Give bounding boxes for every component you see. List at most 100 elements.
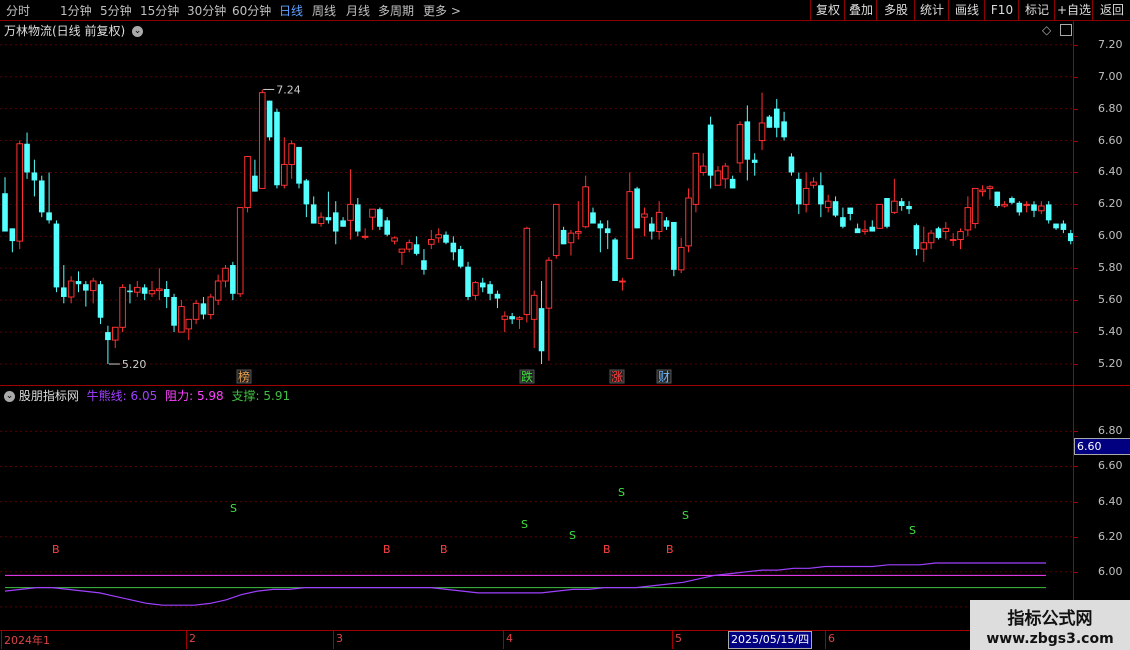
candle [288, 140, 295, 179]
candle [347, 169, 354, 240]
date-separator [825, 630, 826, 649]
period-tab-2[interactable]: 5分钟 [100, 2, 132, 19]
candle [1067, 229, 1073, 245]
candle [61, 265, 67, 304]
candle [847, 207, 854, 221]
period-tab-4[interactable]: 30分钟 [187, 2, 226, 19]
period-tab-6[interactable]: 日线 [279, 2, 303, 19]
candle [898, 198, 905, 211]
sell-signal: S [618, 486, 625, 499]
indicator-tick-label: 6.40 [1098, 494, 1123, 508]
toolbar-button-5[interactable]: F10 [984, 0, 1019, 20]
indicator-tick [1074, 501, 1078, 503]
period-tab-3[interactable]: 15分钟 [140, 2, 179, 19]
candle [134, 281, 141, 297]
candle [494, 290, 501, 309]
candle [714, 166, 722, 186]
sell-signal: S [682, 509, 689, 522]
candle [876, 203, 883, 229]
indicator-tick-label: 6.60 [1098, 459, 1123, 473]
period-tab-5[interactable]: 60分钟 [232, 2, 271, 19]
event-marker[interactable]: 涨 [611, 369, 623, 384]
candle [575, 201, 582, 240]
toolbar-button-1[interactable]: 叠加 [844, 0, 877, 20]
candle [192, 300, 200, 325]
toolbar-button-2[interactable]: 多股 [876, 0, 915, 20]
candle [236, 207, 244, 297]
candle [384, 217, 390, 237]
event-marker[interactable]: 榜 [238, 369, 250, 384]
candle [361, 228, 369, 240]
date-label: 3 [336, 632, 343, 645]
candle [552, 203, 560, 259]
candle [281, 137, 288, 189]
toolbar-button-0[interactable]: 复权 [810, 0, 845, 20]
indicator-tick-label: 6.80 [1098, 424, 1123, 438]
crosshair-value: 6.60 [1077, 440, 1102, 453]
candle [619, 277, 626, 291]
candle [501, 311, 509, 333]
toolbar-button-8[interactable]: 返回 [1092, 0, 1130, 20]
candle [111, 326, 119, 349]
toolbar-button-4[interactable]: 画线 [948, 0, 985, 20]
period-tab-10[interactable]: 更多 > [423, 2, 461, 19]
toolbar-button-3[interactable]: 统计 [914, 0, 949, 20]
candle [677, 237, 685, 274]
price-tick [1074, 172, 1078, 174]
price-tick [1074, 140, 1078, 142]
candle [310, 196, 317, 224]
period-tab-0[interactable]: 分时 [6, 2, 30, 19]
candle [781, 111, 787, 141]
toolbar-button-7[interactable]: +自选 [1054, 0, 1093, 20]
toolbar-button-6[interactable]: 标记 [1018, 0, 1055, 20]
candle [428, 229, 435, 250]
candle [590, 207, 596, 224]
candle [274, 108, 280, 189]
indicator-tick [1074, 536, 1078, 538]
candle [788, 153, 795, 176]
candle [523, 226, 531, 323]
candle [75, 271, 82, 293]
candle [266, 100, 273, 141]
price-tick [1074, 300, 1078, 302]
candle [325, 191, 332, 224]
candle [957, 228, 964, 250]
period-tab-7[interactable]: 周线 [312, 2, 336, 19]
candle [861, 220, 869, 235]
candle [913, 223, 920, 256]
candle [222, 265, 229, 288]
period-tab-9[interactable]: 多周期 [378, 2, 414, 19]
indicator-tick [1074, 466, 1078, 468]
price-tick [1074, 204, 1078, 206]
price-tick [1074, 236, 1078, 238]
candle [802, 172, 810, 213]
candle [258, 89, 266, 189]
candle [53, 220, 60, 293]
candle [1038, 201, 1045, 214]
event-marker[interactable]: 财 [658, 370, 670, 384]
candle [942, 221, 950, 240]
candle [465, 261, 471, 301]
candle [891, 178, 898, 214]
candlestick-chart: 7.24 5.20 榜 跌 涨 财 [0, 44, 1073, 384]
candle [773, 99, 780, 138]
candle [796, 172, 802, 214]
price-tick [1074, 332, 1078, 334]
candle [949, 233, 957, 246]
sell-signal: S [909, 524, 916, 537]
candle [450, 236, 457, 261]
candle [1060, 220, 1067, 234]
event-marker[interactable]: 跌 [521, 369, 533, 384]
period-tab-8[interactable]: 月线 [346, 2, 370, 19]
panel-divider [0, 385, 1130, 386]
high-price-label: 7.24 [276, 83, 301, 96]
date-label: 4 [506, 632, 513, 645]
date-separator [333, 630, 334, 649]
period-tab-1[interactable]: 1分钟 [60, 2, 92, 19]
period-toolbar: 分时 1分钟 5分钟 15分钟 30分钟 60分钟 日线 周线 月线 多周期 更多 > 复权 叠加 多股统… [0, 0, 1130, 21]
candle [391, 236, 398, 245]
candle [355, 198, 361, 237]
candle [405, 239, 413, 253]
candle [538, 281, 545, 365]
candle [413, 236, 420, 256]
